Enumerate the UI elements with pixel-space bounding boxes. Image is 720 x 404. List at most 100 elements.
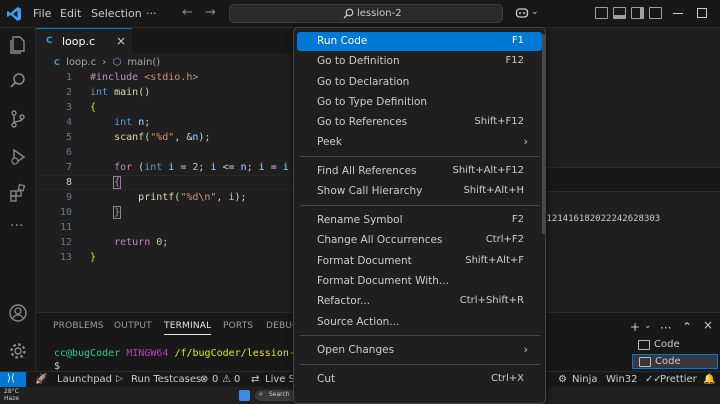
notifications-bell-icon[interactable]: 🔔 — [703, 374, 715, 385]
toggle-secondary-sidebar-icon[interactable] — [631, 7, 644, 19]
tab-output[interactable]: OUTPUT — [114, 321, 152, 331]
line-number: 13 — [59, 252, 72, 263]
more-views-icon[interactable]: ··· — [10, 218, 23, 234]
customize-layout-icon[interactable] — [649, 7, 662, 19]
terminal-path: /f/bugCoder/lession-2 — [174, 348, 301, 359]
menu-item-find-all-references[interactable]: Find All References Shift+Alt+F12 — [297, 162, 542, 181]
tab-problems[interactable]: PROBLEMS — [53, 321, 104, 331]
line-number: 4 — [65, 117, 72, 128]
menu-item-label: Source Action... — [317, 316, 400, 328]
menu-item-open-changes[interactable]: Open Changes › — [297, 341, 542, 360]
terminal-dropdown-icon[interactable]: ⌄ — [644, 321, 652, 331]
menu-item-label: Run Code — [317, 35, 368, 47]
tab-loop-c[interactable]: C loop.c × — [36, 28, 132, 54]
tab-label: loop.c — [62, 35, 96, 48]
code-line: 13} — [36, 252, 296, 267]
minimize-icon[interactable] — [673, 13, 683, 14]
menu-item-label: Rename Symbol — [317, 214, 403, 226]
source-control-icon[interactable] — [7, 108, 29, 130]
menu-item-label: Find All References — [317, 165, 417, 177]
menu-separator — [300, 364, 540, 365]
line-number: 1 — [65, 72, 72, 83]
back-arrow-icon[interactable]: ← — [182, 5, 193, 20]
build-icon: ⚙ — [558, 374, 567, 385]
menu-item-source-action[interactable]: Source Action... — [297, 313, 542, 332]
code-editor[interactable]: 1 #include <stdio.h> 2 int main() 3{ 4 int… — [36, 72, 296, 312]
live-share-icon: ⇄ — [251, 374, 260, 385]
code-line: 10 } — [36, 206, 296, 222]
menu-item-format-document[interactable]: Format Document Shift+Alt+F — [297, 252, 542, 271]
manage-gear-icon[interactable] — [7, 340, 29, 362]
submenu-chevron-icon: › — [523, 343, 528, 356]
menu-more[interactable]: ··· — [146, 7, 157, 20]
more-actions-icon[interactable]: ··· — [660, 321, 671, 335]
line-number: 2 — [65, 87, 72, 98]
forward-arrow-icon[interactable]: → — [205, 5, 216, 20]
submenu-chevron-icon: › — [523, 135, 528, 148]
close-panel-icon[interactable]: × — [703, 318, 713, 332]
menu-scrollbar[interactable] — [542, 34, 545, 234]
warning-count[interactable]: 0 — [234, 374, 240, 385]
copilot-icon[interactable] — [515, 6, 529, 20]
code-line: 1 #include <stdio.h> — [36, 72, 296, 87]
terminal-item-selected[interactable]: Code — [632, 354, 718, 369]
menu-item-run-code[interactable]: Run Code F1 — [297, 32, 542, 51]
breadcrumb-symbol[interactable]: main() — [127, 57, 160, 68]
toggle-panel-icon[interactable] — [613, 7, 626, 19]
breadcrumb-separator: › — [102, 57, 107, 68]
menu-item-label: Cut — [317, 373, 336, 385]
run-icon: ▷ — [116, 374, 123, 384]
remote-indicator[interactable]: ⟩⟨ — [0, 372, 26, 388]
terminal-item[interactable]: Code — [632, 338, 718, 353]
prettier-label[interactable]: Prettier — [660, 374, 697, 385]
error-count[interactable]: 0 — [212, 374, 218, 385]
line-number: 3 — [65, 102, 72, 113]
menu-item-change-all-occurrences[interactable]: Change All Occurrences Ctrl+F2 — [297, 231, 542, 250]
extensions-icon[interactable] — [7, 182, 29, 204]
menu-item-rename-symbol[interactable]: Rename Symbol F2 — [297, 211, 542, 230]
search-icon[interactable] — [7, 70, 29, 92]
menu-item-shortcut: Shift+Alt+F12 — [452, 165, 524, 176]
command-center-search[interactable]: lession-2 — [229, 4, 503, 23]
menu-item-label: Peek — [317, 136, 342, 148]
menu-item-go-to-definition[interactable]: Go to Definition F12 — [297, 52, 542, 71]
win32-label[interactable]: Win32 — [606, 374, 638, 385]
menu-item-format-document-with[interactable]: Format Document With... — [297, 272, 542, 291]
weather-widget[interactable]: 28°C Haze — [4, 388, 19, 402]
menu-item-refactor[interactable]: Refactor... Ctrl+Shift+R — [297, 292, 542, 311]
breadcrumb-file[interactable]: loop.c — [66, 57, 96, 68]
menu-item-cut[interactable]: Cut Ctrl+X — [297, 370, 542, 389]
windows-start-icon[interactable] — [239, 390, 250, 401]
c-file-icon: C — [46, 36, 53, 46]
tab-terminal[interactable]: TERMINAL — [164, 321, 212, 335]
menu-item-go-to-declaration[interactable]: Go to Declaration — [297, 73, 542, 92]
terminal-icon — [639, 357, 651, 367]
run-testcases-button[interactable]: Run Testcases — [131, 374, 201, 385]
menu-edit[interactable]: Edit — [60, 7, 81, 20]
menu-item-shortcut: F2 — [511, 214, 524, 225]
menu-item-label: Go to Definition — [317, 55, 400, 67]
menu-item-peek[interactable]: Peek › — [297, 133, 542, 152]
accounts-icon[interactable] — [7, 302, 29, 324]
copilot-chevron-icon[interactable]: ⌄ — [531, 7, 539, 17]
toggle-sidebar-icon[interactable] — [595, 7, 608, 19]
launchpad-button[interactable]: Launchpad — [57, 374, 112, 385]
launchpad-icon: 🚀 — [35, 374, 48, 385]
new-terminal-icon[interactable]: + — [630, 320, 640, 334]
menu-item-go-to-references[interactable]: Go to References Shift+F12 — [297, 113, 542, 132]
menu-item-label: Go to Declaration — [317, 76, 410, 88]
menu-item-go-to-type-definition[interactable]: Go to Type Definition — [297, 93, 542, 112]
title-bar: File Edit Selection ··· ← → lession-2 ⌄ — [0, 0, 720, 28]
maximize-icon[interactable] — [697, 8, 707, 18]
explorer-icon[interactable] — [7, 34, 29, 56]
menu-selection[interactable]: Selection — [91, 7, 142, 20]
ninja-label[interactable]: Ninja — [572, 374, 598, 385]
menu-item-show-call-hierarchy[interactable]: Show Call Hierarchy Shift+Alt+H — [297, 182, 542, 201]
run-debug-icon[interactable] — [7, 146, 29, 168]
menu-item-label: Change All Occurrences — [317, 234, 443, 246]
maximize-panel-icon[interactable]: ⌃ — [682, 320, 692, 334]
tab-ports[interactable]: PORTS — [223, 321, 253, 331]
close-icon[interactable]: × — [116, 34, 126, 48]
terminal-label: Code — [654, 339, 680, 350]
menu-file[interactable]: File — [33, 7, 51, 20]
